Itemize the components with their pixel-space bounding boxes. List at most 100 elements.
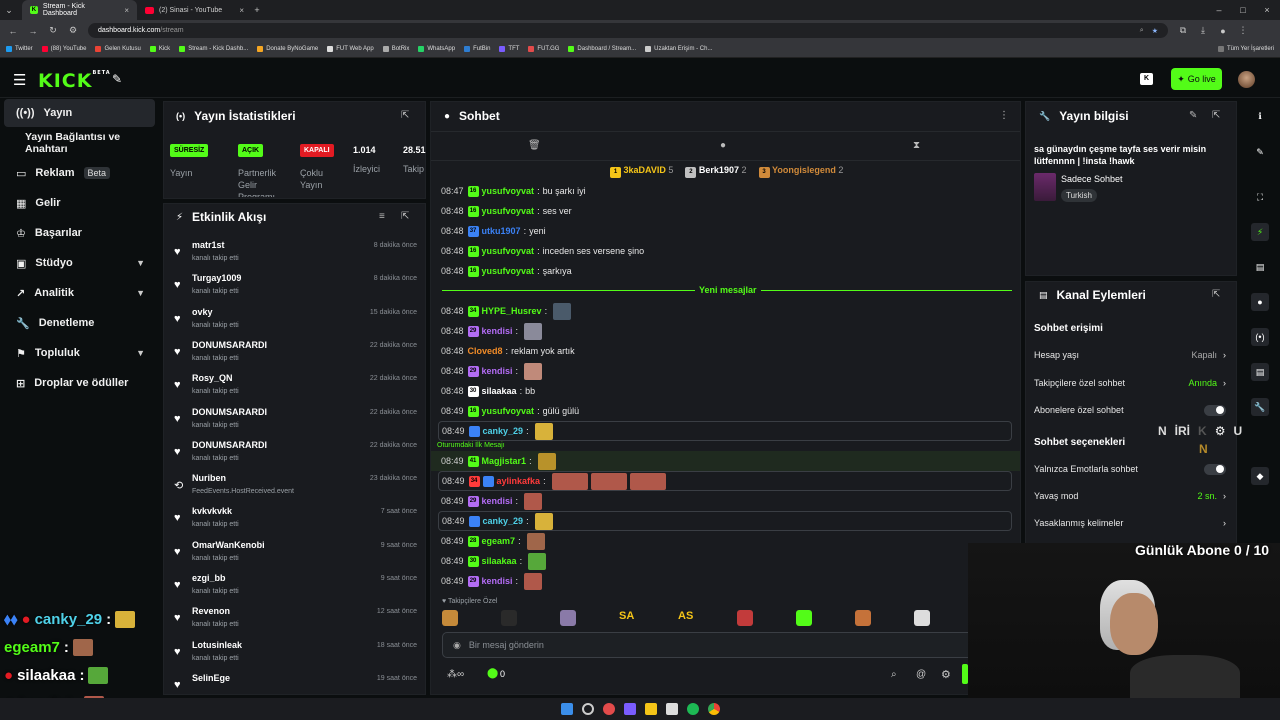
- avatar[interactable]: [1238, 71, 1255, 88]
- activity-item[interactable]: ♥ Turgay1009 kanalı takip etti 8 dakika önc…: [170, 270, 420, 302]
- hourglass-icon[interactable]: ⧗: [913, 140, 920, 151]
- activity-item[interactable]: ♥ OmarWanKenobi kanalı takip etti 9 saat ön…: [170, 537, 420, 569]
- info-icon[interactable]: ℹ: [1251, 107, 1269, 125]
- browser-tab-kick[interactable]: K Stream - Kick Dashboard ×: [22, 0, 137, 20]
- gear-icon[interactable]: ⚙: [941, 668, 951, 681]
- followers-chat-setting[interactable]: Takipçilere özel sohbet Anında ›: [1034, 376, 1226, 390]
- chat-message[interactable]: 08:48 37 utku1907: yeni: [438, 221, 1012, 241]
- emote[interactable]: [590, 472, 627, 490]
- chat-message[interactable]: 08:49 34 aylinkafka:: [438, 471, 1012, 491]
- chat-message[interactable]: 08:48 30 silaakaa: bb: [438, 381, 1012, 401]
- smile-icon[interactable]: ◉: [453, 640, 461, 651]
- emote[interactable]: [537, 452, 556, 470]
- close-tab-icon[interactable]: ×: [124, 6, 129, 15]
- chat-bubble-icon[interactable]: ●: [720, 140, 726, 151]
- stats-icon[interactable]: ▤: [1251, 258, 1269, 276]
- bookmark-item[interactable]: Twitter: [6, 46, 33, 52]
- activity-item[interactable]: ♥ Rosy_QN kanalı takip etti 22 dakika önce: [170, 370, 420, 402]
- zoom-icon[interactable]: ⌕: [1140, 27, 1144, 35]
- leader-entry[interactable]: 1 3kaDAVID 5: [610, 165, 673, 178]
- more-options-icon[interactable]: ⋮: [999, 110, 1009, 121]
- folder-icon[interactable]: [644, 703, 657, 715]
- activity-item[interactable]: ♥ ovky kanalı takip etti 15 dakika önce: [170, 304, 420, 336]
- bookmark-item[interactable]: Stream - Kick Dashb...: [179, 46, 248, 52]
- chat-username[interactable]: canky_29: [483, 516, 524, 526]
- banned-words-setting[interactable]: Yasaklanmış kelimeler ›: [1034, 516, 1226, 530]
- emote-quick-item[interactable]: [914, 610, 930, 626]
- chat-username[interactable]: yusufvoyvat: [482, 206, 535, 216]
- chat-username[interactable]: Magjistar1: [482, 456, 527, 466]
- bookmark-item[interactable]: BotRix: [382, 46, 409, 52]
- emote[interactable]: [524, 362, 543, 380]
- chat-username[interactable]: yusufvoyvat: [482, 246, 535, 256]
- activity-item[interactable]: ♥ ezgi_bb kanalı takip etti 9 saat önce: [170, 570, 420, 602]
- chat-icon[interactable]: ●: [1251, 293, 1269, 311]
- forward-icon[interactable]: →: [28, 26, 38, 36]
- bookmark-item[interactable]: Gelen Kutusu: [95, 46, 141, 52]
- emote-only-toggle[interactable]: [1204, 463, 1226, 475]
- chat-username[interactable]: kendisi: [482, 366, 513, 376]
- chat-username[interactable]: egeam7: [482, 536, 516, 546]
- app-icon[interactable]: [665, 703, 678, 715]
- category-name[interactable]: Sadece Sohbet: [1061, 174, 1123, 184]
- chat-username[interactable]: yusufvoyvat: [482, 186, 535, 196]
- chat-username[interactable]: Cloved8: [468, 346, 503, 356]
- sidebar-item-droplar[interactable]: ⊞ Droplar ve ödüller: [4, 369, 155, 397]
- leader-entry[interactable]: 2 Berk1907 2: [685, 165, 747, 178]
- pin-icon[interactable]: ✎: [112, 72, 122, 86]
- subs-chat-toggle[interactable]: [1204, 404, 1226, 416]
- activity-item[interactable]: ♥ Lotusinleak kanalı takip etti 18 saat önc…: [170, 637, 420, 669]
- emote[interactable]: [524, 322, 543, 340]
- chat-username[interactable]: kendisi: [482, 326, 513, 336]
- sidebar-item-reklam[interactable]: ▭ Reklam Beta: [4, 159, 155, 187]
- emote[interactable]: [524, 492, 543, 510]
- chat-message[interactable]: 08:48 29 kendisi:: [438, 361, 1012, 381]
- diamond-icon[interactable]: ◆: [1251, 467, 1269, 485]
- leader-entry[interactable]: 3 Yoongislegend 2: [758, 165, 843, 178]
- chat-message[interactable]: 08:49 canky_29:: [438, 421, 1012, 441]
- menu-icon[interactable]: ⋮: [1238, 25, 1248, 36]
- close-window-icon[interactable]: ×: [1262, 5, 1272, 15]
- activity-item[interactable]: ♥ matr1st kanalı takip etti 8 dakika önce: [170, 237, 420, 269]
- fullscreen-icon[interactable]: ⛶: [1251, 188, 1269, 206]
- activity-item[interactable]: ♥ kvkvkvkk kanalı takip etti 7 saat önce: [170, 503, 420, 535]
- hamburger-menu-icon[interactable]: ☰: [13, 71, 26, 89]
- wrench-icon[interactable]: 🔧: [1251, 398, 1269, 416]
- browser-tab-youtube[interactable]: (2) Sinasi - YouTube ×: [137, 0, 252, 20]
- emote[interactable]: [534, 422, 553, 440]
- emote-quick-item[interactable]: [560, 610, 576, 626]
- activity-item[interactable]: ♥ DONUMSARARDI kanalı takip etti 22 dakika …: [170, 404, 420, 436]
- profile-icon[interactable]: ●: [1218, 26, 1228, 36]
- chat-message[interactable]: 08:48 29 kendisi:: [438, 321, 1012, 341]
- bookmark-item[interactable]: FutBin: [464, 46, 490, 52]
- emote-quick-item[interactable]: SA: [619, 610, 643, 626]
- minimize-icon[interactable]: –: [1214, 5, 1224, 15]
- bookmark-item[interactable]: FUT.GG: [528, 46, 559, 52]
- trash-icon[interactable]: 🗑: [528, 140, 541, 151]
- filter-icon[interactable]: ≡: [379, 211, 385, 222]
- emote[interactable]: [551, 472, 588, 490]
- discord-icon[interactable]: [623, 703, 636, 715]
- chat-username[interactable]: silaakaa: [482, 386, 517, 396]
- chat-username[interactable]: aylinkafka: [497, 476, 541, 486]
- emote[interactable]: [553, 302, 572, 320]
- bookmark-item[interactable]: Donate ByNoGame: [257, 46, 318, 52]
- reload-icon[interactable]: ↻: [48, 25, 58, 36]
- chat-message[interactable]: 08:49 29 kendisi:: [438, 571, 1012, 591]
- emote-quick-item[interactable]: [855, 610, 871, 626]
- search-icon[interactable]: ⌕: [891, 669, 897, 680]
- app-icon[interactable]: [602, 703, 615, 715]
- kick-logo[interactable]: KICKBETA: [38, 70, 111, 92]
- sidebar-item-topluluk[interactable]: ⚑ Topluluk ▼: [4, 339, 155, 367]
- store-icon[interactable]: ▤: [1251, 363, 1269, 381]
- chat-message[interactable]: 08:49 16 yusufvoyvat: gülü gülü: [438, 401, 1012, 421]
- studio-icon[interactable]: K: [1140, 73, 1153, 85]
- chat-message[interactable]: 08:48 16 yusufvoyvat: inceden ses versene ş…: [438, 241, 1012, 261]
- popout-icon[interactable]: ⇱: [1212, 289, 1220, 300]
- emote[interactable]: [528, 552, 547, 570]
- activity-item[interactable]: ♥ DONUMSARARDI kanalı takip etti 22 dakika …: [170, 437, 420, 469]
- bookmark-item[interactable]: TFT: [499, 46, 519, 52]
- emote[interactable]: [534, 512, 553, 530]
- chat-message[interactable]: 08:48 34 HYPE_Husrev:: [438, 301, 1012, 321]
- sidebar-item-denetleme[interactable]: 🔧 Denetleme: [4, 309, 155, 337]
